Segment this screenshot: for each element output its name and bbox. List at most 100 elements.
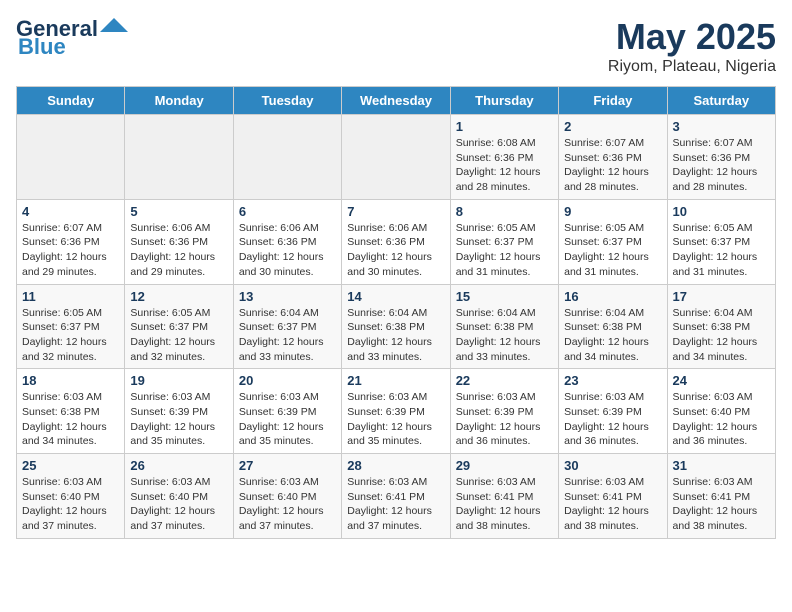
cell-content: Sunrise: 6:05 AMSunset: 6:37 PMDaylight:…	[456, 221, 553, 280]
calendar-cell-w1-d2	[125, 115, 233, 200]
title-section: May 2025 Riyom, Plateau, Nigeria	[608, 16, 776, 76]
calendar-cell-w5-d6: 30Sunrise: 6:03 AMSunset: 6:41 PMDayligh…	[559, 454, 667, 539]
calendar-cell-w5-d3: 27 Sunrise: 6:03 AMSunset: 6:40 PMDayligh…	[233, 454, 341, 539]
calendar-cell-w2-d6: 9 Sunrise: 6:05 AMSunset: 6:37 PMDaylight…	[559, 199, 667, 284]
day-number: 14	[347, 289, 444, 304]
day-number: 26	[130, 458, 227, 473]
cell-content: Sunrise: 6:05 AMSunset: 6:37 PMDaylight:…	[673, 221, 770, 280]
day-number: 2	[564, 119, 661, 134]
cell-content: Sunrise: 6:03 AMSunset: 6:39 PMDaylight:…	[130, 390, 227, 449]
calendar-cell-w2-d3: 6 Sunrise: 6:06 AMSunset: 6:36 PMDaylight…	[233, 199, 341, 284]
cell-content: Sunrise: 6:07 AMSunset: 6:36 PMDaylight:…	[22, 221, 119, 280]
calendar-cell-w4-d5: 22 Sunrise: 6:03 AMSunset: 6:39 PMDayligh…	[450, 369, 558, 454]
calendar-cell-w1-d7: 3 Sunrise: 6:07 AMSunset: 6:36 PMDaylight…	[667, 115, 775, 200]
days-header-row: Sunday Monday Tuesday Wednesday Thursday…	[17, 87, 776, 115]
calendar-table: Sunday Monday Tuesday Wednesday Thursday…	[16, 86, 776, 539]
calendar-subtitle: Riyom, Plateau, Nigeria	[608, 58, 776, 76]
day-number: 12	[130, 289, 227, 304]
calendar-cell-w3-d7: 17 Sunrise: 6:04 AMSunset: 6:38 PMDayligh…	[667, 284, 775, 369]
calendar-cell-w3-d2: 12 Sunrise: 6:05 AMSunset: 6:37 PMDayligh…	[125, 284, 233, 369]
cell-content: Sunrise: 6:05 AMSunset: 6:37 PMDaylight:…	[130, 306, 227, 365]
day-number: 28	[347, 458, 444, 473]
cell-content: Sunrise: 6:03 AMSunset: 6:38 PMDaylight:…	[22, 390, 119, 449]
week-row-2: 4 Sunrise: 6:07 AMSunset: 6:36 PMDaylight…	[17, 199, 776, 284]
cell-content: Sunrise: 6:03 AMSunset: 6:40 PMDaylight:…	[673, 390, 770, 449]
calendar-cell-w3-d1: 11Sunrise: 6:05 AMSunset: 6:37 PMDayligh…	[17, 284, 125, 369]
week-row-1: 1Sunrise: 6:08 AMSunset: 6:36 PMDaylight…	[17, 115, 776, 200]
calendar-cell-w2-d7: 10Sunrise: 6:05 AMSunset: 6:37 PMDayligh…	[667, 199, 775, 284]
cell-content: Sunrise: 6:03 AMSunset: 6:39 PMDaylight:…	[564, 390, 661, 449]
day-number: 15	[456, 289, 553, 304]
calendar-cell-w1-d1	[17, 115, 125, 200]
header-friday: Friday	[559, 87, 667, 115]
day-number: 17	[673, 289, 770, 304]
day-number: 6	[239, 204, 336, 219]
cell-content: Sunrise: 6:04 AMSunset: 6:38 PMDaylight:…	[347, 306, 444, 365]
week-row-4: 18 Sunrise: 6:03 AMSunset: 6:38 PMDayligh…	[17, 369, 776, 454]
calendar-header: Sunday Monday Tuesday Wednesday Thursday…	[17, 87, 776, 115]
day-number: 22	[456, 373, 553, 388]
logo: General Blue	[16, 16, 128, 60]
calendar-title: May 2025	[608, 16, 776, 58]
calendar-cell-w5-d7: 31Sunrise: 6:03 AMSunset: 6:41 PMDayligh…	[667, 454, 775, 539]
calendar-cell-w4-d3: 20Sunrise: 6:03 AMSunset: 6:39 PMDayligh…	[233, 369, 341, 454]
cell-content: Sunrise: 6:07 AMSunset: 6:36 PMDaylight:…	[673, 136, 770, 195]
day-number: 8	[456, 204, 553, 219]
day-number: 20	[239, 373, 336, 388]
day-number: 31	[673, 458, 770, 473]
calendar-cell-w5-d5: 29Sunrise: 6:03 AMSunset: 6:41 PMDayligh…	[450, 454, 558, 539]
day-number: 21	[347, 373, 444, 388]
cell-content: Sunrise: 6:04 AMSunset: 6:38 PMDaylight:…	[673, 306, 770, 365]
logo-blue: Blue	[18, 34, 66, 60]
day-number: 23	[564, 373, 661, 388]
day-number: 4	[22, 204, 119, 219]
calendar-cell-w2-d4: 7Sunrise: 6:06 AMSunset: 6:36 PMDaylight…	[342, 199, 450, 284]
calendar-cell-w2-d2: 5 Sunrise: 6:06 AMSunset: 6:36 PMDaylight…	[125, 199, 233, 284]
cell-content: Sunrise: 6:06 AMSunset: 6:36 PMDaylight:…	[130, 221, 227, 280]
day-number: 5	[130, 204, 227, 219]
day-number: 9	[564, 204, 661, 219]
cell-content: Sunrise: 6:04 AMSunset: 6:38 PMDaylight:…	[456, 306, 553, 365]
header-tuesday: Tuesday	[233, 87, 341, 115]
cell-content: Sunrise: 6:03 AMSunset: 6:40 PMDaylight:…	[239, 475, 336, 534]
calendar-cell-w4-d1: 18 Sunrise: 6:03 AMSunset: 6:38 PMDayligh…	[17, 369, 125, 454]
day-number: 25	[22, 458, 119, 473]
day-number: 3	[673, 119, 770, 134]
day-number: 16	[564, 289, 661, 304]
week-row-5: 25 Sunrise: 6:03 AMSunset: 6:40 PMDayligh…	[17, 454, 776, 539]
calendar-cell-w5-d1: 25 Sunrise: 6:03 AMSunset: 6:40 PMDayligh…	[17, 454, 125, 539]
calendar-cell-w1-d6: 2 Sunrise: 6:07 AMSunset: 6:36 PMDaylight…	[559, 115, 667, 200]
calendar-cell-w1-d3	[233, 115, 341, 200]
header-sunday: Sunday	[17, 87, 125, 115]
logo-icon	[100, 18, 128, 32]
day-number: 18	[22, 373, 119, 388]
cell-content: Sunrise: 6:03 AMSunset: 6:41 PMDaylight:…	[347, 475, 444, 534]
day-number: 27	[239, 458, 336, 473]
cell-content: Sunrise: 6:03 AMSunset: 6:40 PMDaylight:…	[130, 475, 227, 534]
calendar-cell-w3-d4: 14 Sunrise: 6:04 AMSunset: 6:38 PMDayligh…	[342, 284, 450, 369]
cell-content: Sunrise: 6:03 AMSunset: 6:39 PMDaylight:…	[456, 390, 553, 449]
day-number: 7	[347, 204, 444, 219]
calendar-cell-w3-d5: 15 Sunrise: 6:04 AMSunset: 6:38 PMDayligh…	[450, 284, 558, 369]
cell-content: Sunrise: 6:03 AMSunset: 6:41 PMDaylight:…	[564, 475, 661, 534]
calendar-cell-w4-d4: 21Sunrise: 6:03 AMSunset: 6:39 PMDayligh…	[342, 369, 450, 454]
calendar-cell-w4-d7: 24 Sunrise: 6:03 AMSunset: 6:40 PMDayligh…	[667, 369, 775, 454]
calendar-cell-w4-d6: 23 Sunrise: 6:03 AMSunset: 6:39 PMDayligh…	[559, 369, 667, 454]
day-number: 24	[673, 373, 770, 388]
calendar-cell-w5-d4: 28 Sunrise: 6:03 AMSunset: 6:41 PMDayligh…	[342, 454, 450, 539]
page-header: General Blue May 2025 Riyom, Plateau, Ni…	[16, 16, 776, 76]
header-thursday: Thursday	[450, 87, 558, 115]
cell-content: Sunrise: 6:06 AMSunset: 6:36 PMDaylight:…	[239, 221, 336, 280]
day-number: 19	[130, 373, 227, 388]
header-wednesday: Wednesday	[342, 87, 450, 115]
cell-content: Sunrise: 6:07 AMSunset: 6:36 PMDaylight:…	[564, 136, 661, 195]
cell-content: Sunrise: 6:04 AMSunset: 6:38 PMDaylight:…	[564, 306, 661, 365]
week-row-3: 11Sunrise: 6:05 AMSunset: 6:37 PMDayligh…	[17, 284, 776, 369]
cell-content: Sunrise: 6:05 AMSunset: 6:37 PMDaylight:…	[564, 221, 661, 280]
calendar-cell-w2-d1: 4 Sunrise: 6:07 AMSunset: 6:36 PMDaylight…	[17, 199, 125, 284]
cell-content: Sunrise: 6:03 AMSunset: 6:40 PMDaylight:…	[22, 475, 119, 534]
header-monday: Monday	[125, 87, 233, 115]
day-number: 29	[456, 458, 553, 473]
calendar-cell-w1-d4	[342, 115, 450, 200]
calendar-cell-w3-d3: 13Sunrise: 6:04 AMSunset: 6:37 PMDayligh…	[233, 284, 341, 369]
